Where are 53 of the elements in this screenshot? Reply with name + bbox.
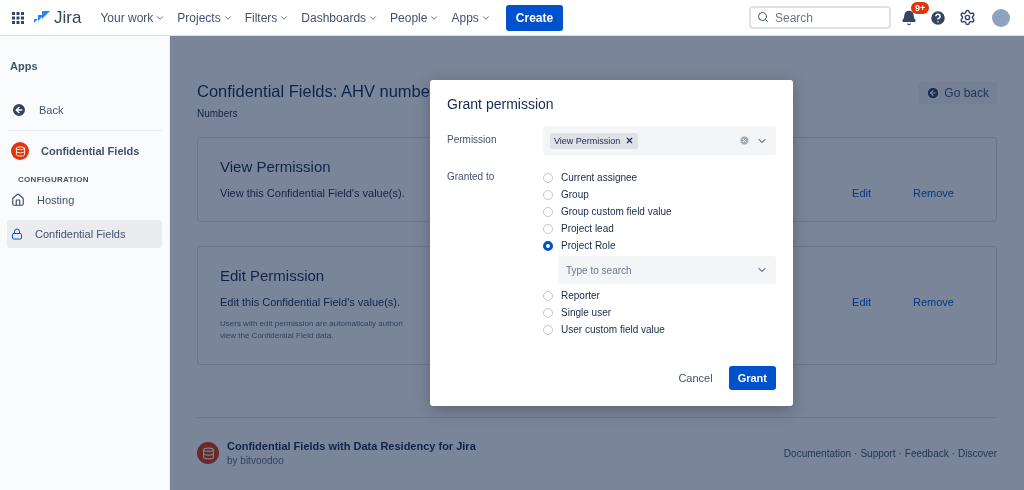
cancel-button[interactable]: Cancel bbox=[670, 366, 721, 390]
app-grid-icon[interactable] bbox=[12, 11, 24, 24]
page-title: Confidential Fields: AHV numbe bbox=[197, 82, 430, 101]
database-icon bbox=[197, 442, 219, 464]
sidebar-item[interactable]: Hosting bbox=[7, 186, 162, 214]
nav-menu[interactable]: Your work bbox=[95, 6, 171, 29]
section-heading: CONFIGURATION bbox=[17, 174, 90, 186]
card-title: View Permission bbox=[220, 158, 331, 175]
nav-menu[interactable]: Dashboards bbox=[296, 6, 384, 29]
logo-text: Jira bbox=[54, 7, 82, 28]
page-subtitle: Numbers bbox=[197, 108, 239, 119]
vendor-name: by bitvoodoo bbox=[227, 455, 285, 466]
nav-menu[interactable]: Projects bbox=[172, 6, 238, 29]
notification-badge: 9+ bbox=[911, 1, 930, 14]
dialog-title: Grant permission bbox=[447, 96, 555, 112]
sidebar-item[interactable]: Back bbox=[7, 96, 162, 124]
separator: · bbox=[951, 447, 956, 459]
permission-tag: View Permission bbox=[550, 132, 639, 149]
create-button[interactable]: Create bbox=[505, 4, 564, 31]
field-label: Granted to bbox=[447, 170, 496, 184]
radio-option[interactable]: Group custom field value bbox=[543, 203, 776, 220]
logo-icon bbox=[34, 10, 50, 25]
sidebar-heading: Apps bbox=[9, 60, 39, 72]
role-select[interactable]: Type to search bbox=[558, 256, 776, 284]
separator: · bbox=[898, 447, 902, 459]
separator: · bbox=[854, 447, 858, 459]
avatar[interactable] bbox=[992, 8, 1010, 27]
radio-option[interactable]: Project lead bbox=[543, 220, 776, 237]
search-icon bbox=[757, 11, 769, 23]
radio-option[interactable]: Project Role bbox=[543, 237, 776, 254]
sidebar-item[interactable]: Confidential Fields bbox=[7, 137, 162, 165]
radio-option[interactable]: Single user bbox=[543, 304, 776, 321]
remove-tag-icon[interactable] bbox=[625, 136, 635, 145]
nav-menu[interactable]: Apps bbox=[446, 6, 496, 29]
database-icon bbox=[11, 142, 29, 160]
nav-menu[interactable]: Filters bbox=[239, 6, 295, 29]
card-note: Users with edit permission are automatically authori view the Confidential Field data. bbox=[220, 318, 403, 342]
permission-select[interactable]: View Permission bbox=[543, 126, 776, 155]
search-field[interactable]: Search bbox=[749, 6, 891, 29]
sidebar-item[interactable]: Confidential Fields bbox=[7, 220, 162, 248]
radio-option[interactable]: User custom field value bbox=[543, 321, 776, 338]
grant-button[interactable]: Grant bbox=[728, 366, 776, 390]
radio-option[interactable]: Current assignee bbox=[543, 169, 776, 186]
nav-menu[interactable]: People bbox=[385, 6, 445, 29]
card-description: View this Confidential Field's value(s). bbox=[220, 187, 405, 199]
field-label: Permission bbox=[447, 133, 498, 147]
radio-option[interactable]: Group bbox=[543, 186, 776, 203]
home-icon bbox=[11, 193, 25, 207]
card-description: Edit this Confidential Field's value(s). bbox=[220, 296, 400, 308]
lock-icon bbox=[11, 228, 23, 240]
radio-option[interactable]: Reporter bbox=[543, 287, 776, 304]
app-name: Confidential Fields with Data Residency for Jira bbox=[227, 440, 476, 452]
card-title: Edit Permission bbox=[220, 267, 325, 284]
